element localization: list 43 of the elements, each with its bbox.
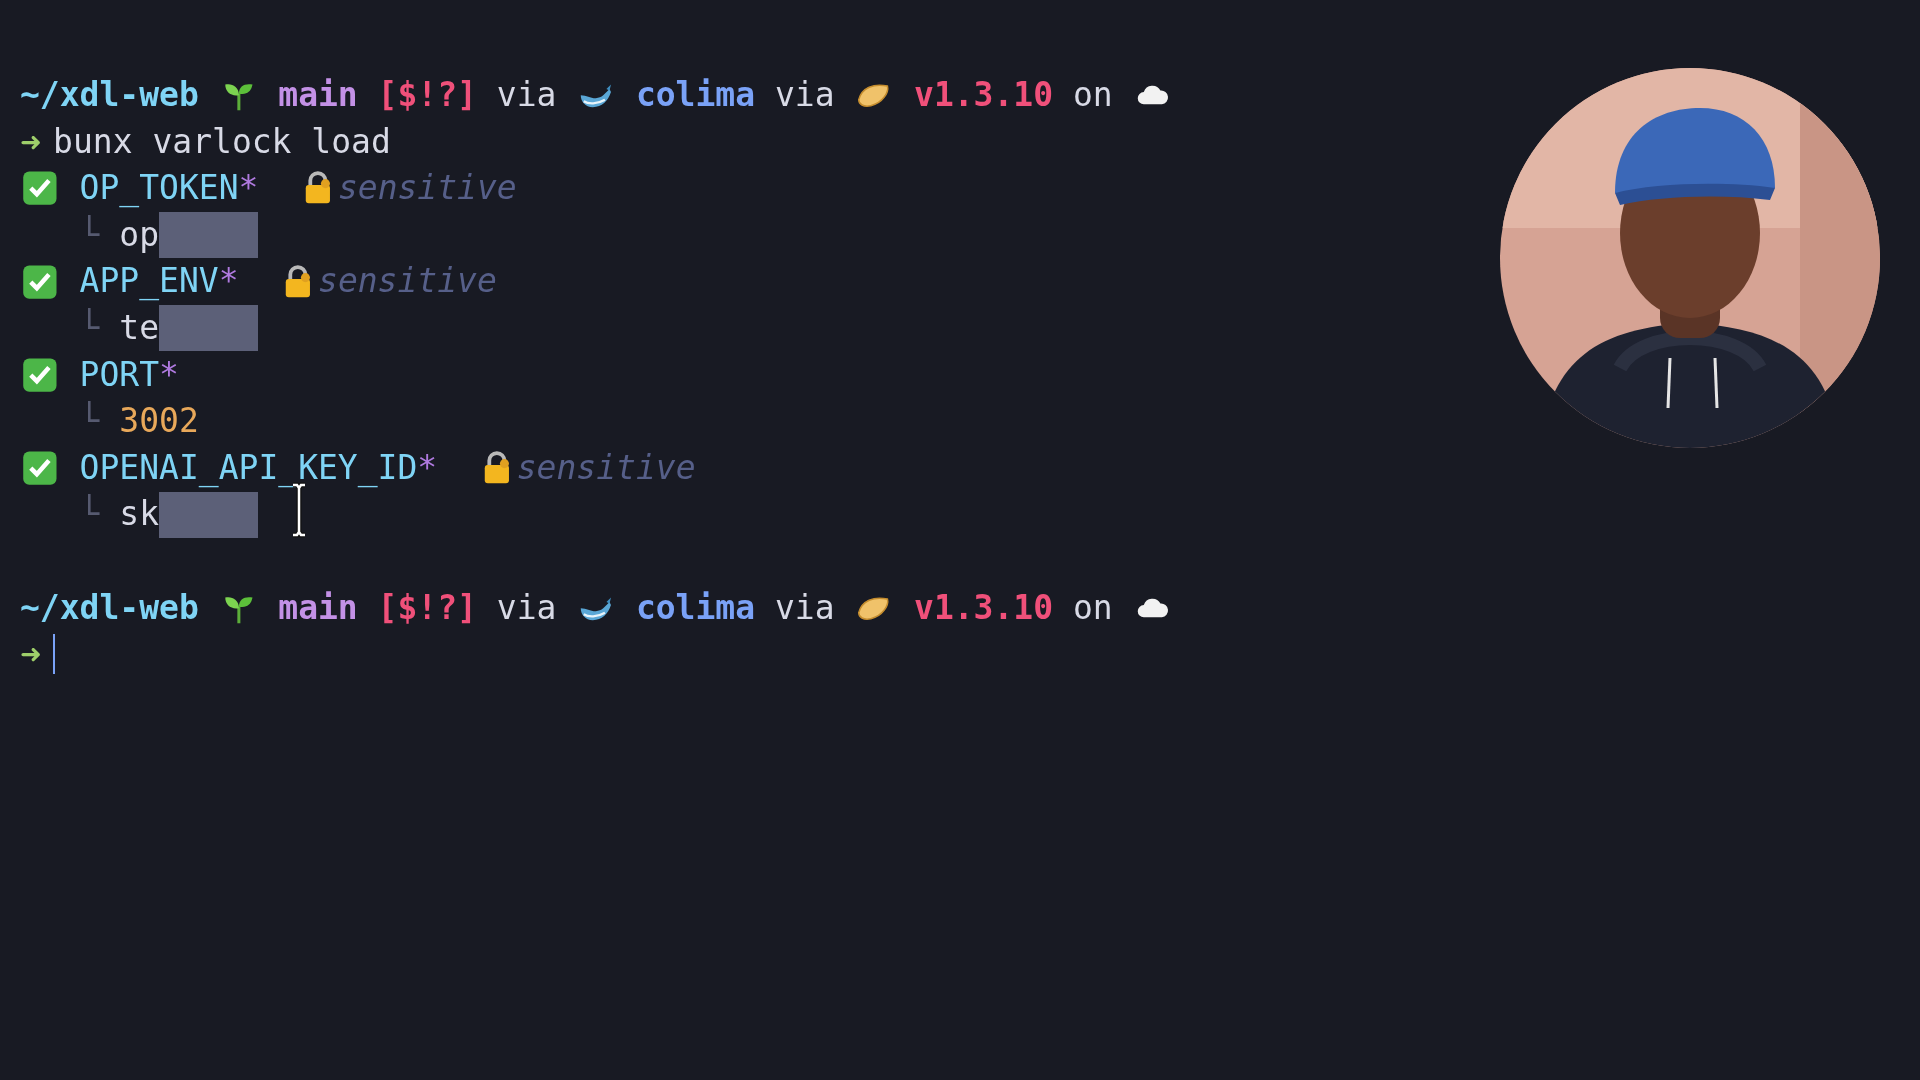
prompt-path: ~/xdl-web (20, 586, 199, 629)
git-status: [$!?] (377, 586, 477, 629)
prompt-text: on (1072, 74, 1113, 116)
bun-version: v1.3.10 (914, 586, 1054, 629)
sensitive-label: sensitive (318, 260, 497, 303)
variable-value: sk (119, 493, 160, 536)
git-branch: main (278, 586, 358, 629)
tree-mark: └ (79, 213, 100, 256)
required-mark: * (159, 353, 179, 396)
git-branch: main (278, 74, 358, 116)
required-mark: * (218, 260, 239, 303)
command-text: bunx varlock load (53, 120, 391, 163)
docker-context: colima (635, 586, 756, 629)
prompt-text: via (496, 74, 557, 116)
variable-name: APP_ENV (79, 260, 219, 303)
prompt-text: on (1072, 586, 1113, 629)
tree-mark: └ (79, 493, 100, 536)
check-icon (20, 263, 60, 300)
required-mark: * (417, 446, 438, 489)
sensitive-label: sensitive (337, 167, 517, 210)
git-status: [$!?] (377, 74, 477, 116)
prompt-arrow: ➜ (20, 638, 43, 672)
check-icon (20, 170, 60, 207)
variable-name: PORT (79, 353, 160, 396)
tree-mark: └ (79, 306, 100, 349)
check-icon (20, 356, 60, 393)
required-mark: * (238, 167, 259, 210)
tree-mark: └ (79, 400, 100, 443)
check-icon (20, 449, 60, 487)
sensitive-label: sensitive (516, 446, 696, 489)
prompt-text: via (496, 586, 557, 629)
prompt-text: via (774, 74, 835, 116)
variable-name: OPENAI_API_KEY_ID (79, 446, 418, 490)
variable-name: OP_TOKEN (79, 167, 239, 210)
docker-context: colima (635, 74, 756, 116)
terminal-caret (53, 634, 56, 675)
prompt-path: ~/xdl-web (20, 74, 199, 116)
variable-value: 3002 (119, 400, 199, 443)
prompt-text: via (774, 586, 835, 629)
variable-value: te (119, 306, 160, 349)
variable-value: op (119, 213, 160, 256)
bun-version: v1.3.10 (914, 74, 1054, 116)
prompt-arrow: ➜ (20, 125, 43, 159)
